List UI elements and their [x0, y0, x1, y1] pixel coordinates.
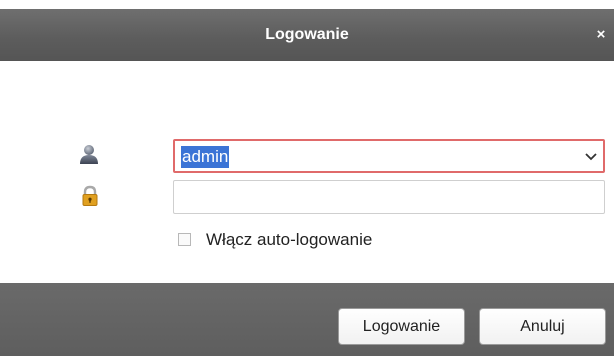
close-button[interactable]: ×	[592, 25, 610, 45]
login-button[interactable]: Logowanie	[338, 308, 465, 345]
username-input[interactable]: admin	[181, 146, 230, 168]
user-icon	[78, 143, 100, 165]
dialog-titlebar[interactable]: Logowanie ×	[0, 9, 614, 61]
auto-login-checkbox[interactable]	[178, 233, 191, 246]
close-icon: ×	[596, 26, 606, 43]
username-combobox[interactable]: admin	[173, 139, 605, 173]
lock-icon	[80, 185, 102, 207]
username-dropdown-button[interactable]	[579, 141, 603, 171]
dialog-title: Logowanie	[265, 26, 349, 43]
auto-login-label[interactable]: Włącz auto-logowanie	[206, 229, 372, 251]
chevron-down-icon	[585, 153, 597, 161]
login-dialog: Logowanie × admin Włącz auto-logowanie L…	[0, 0, 614, 356]
cancel-button[interactable]: Anuluj	[479, 308, 606, 345]
password-input[interactable]	[173, 180, 605, 214]
